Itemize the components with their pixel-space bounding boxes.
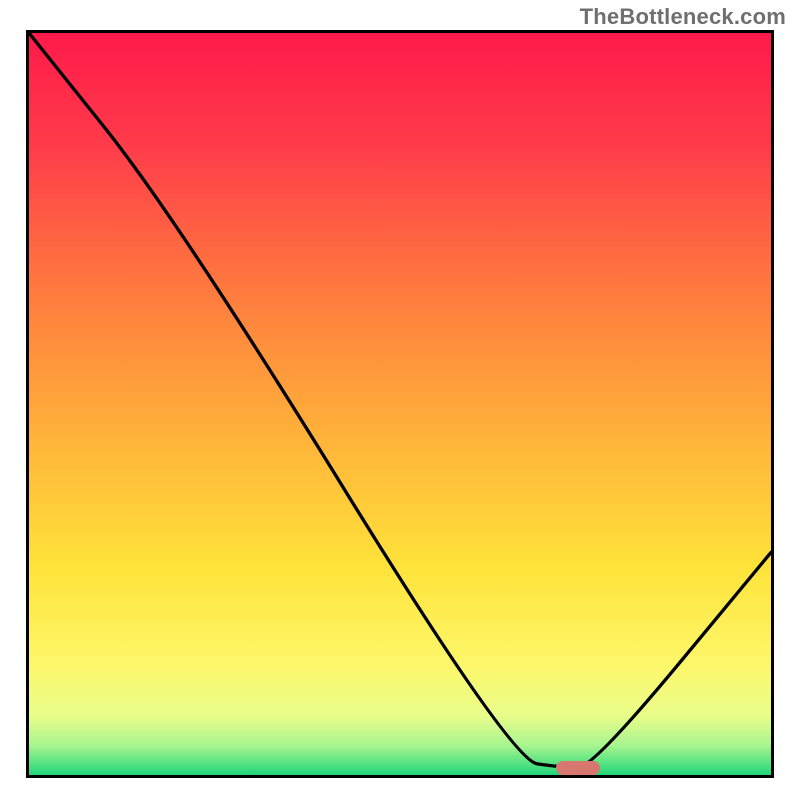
bottleneck-chart — [26, 30, 774, 778]
watermark-text: TheBottleneck.com — [580, 4, 786, 30]
optimal-marker — [556, 761, 600, 775]
bottleneck-curve — [29, 33, 771, 775]
curve-path — [29, 33, 771, 768]
